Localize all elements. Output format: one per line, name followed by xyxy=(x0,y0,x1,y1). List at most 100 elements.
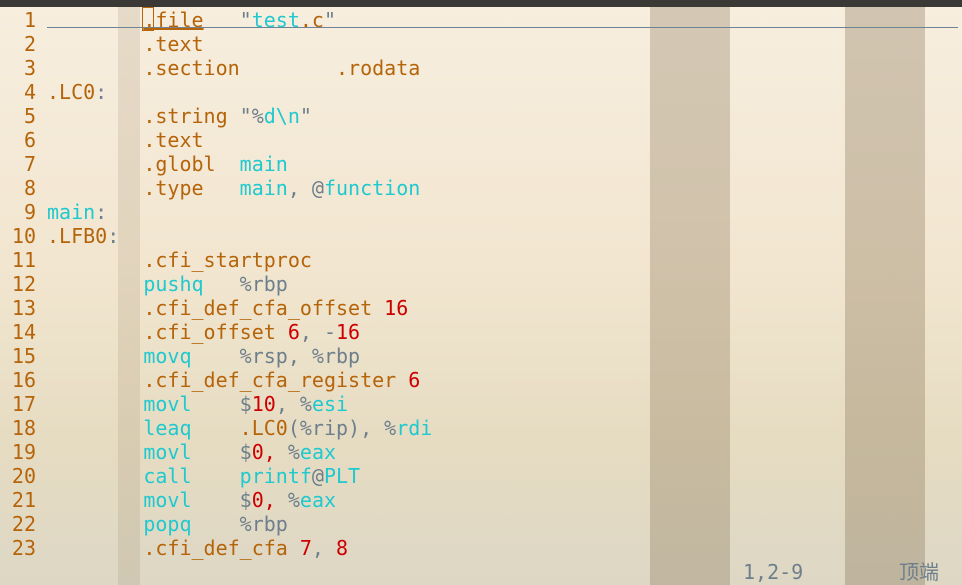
code-line[interactable]: 22 popq %rbp xyxy=(0,512,432,536)
line-number: 13 xyxy=(11,296,36,320)
scroll-position: 顶端 xyxy=(899,560,939,584)
code-token: test xyxy=(251,8,300,32)
code-token: main xyxy=(47,200,96,224)
line-number: 2 xyxy=(23,32,36,56)
code-line[interactable]: 12 pushq %rbp xyxy=(0,272,432,296)
code-line[interactable]: 10 .LFB0: xyxy=(0,224,432,248)
code-token: d\n xyxy=(263,104,300,128)
code-line[interactable]: 17 movl $10, %esi xyxy=(0,392,432,416)
code-token: $ xyxy=(191,392,252,416)
code-token: .LFB0 xyxy=(47,224,108,248)
code-token: .cfi_def_cfa_register xyxy=(143,368,409,392)
code-token: .LC0 xyxy=(239,416,288,440)
code-token: eax xyxy=(299,440,337,464)
code-line[interactable]: 5 .string "%d\n" xyxy=(0,104,432,128)
code-token: .text xyxy=(143,32,204,56)
code-line[interactable]: 4 .LC0: xyxy=(0,80,432,104)
code-token: : xyxy=(95,200,108,224)
code-token: " xyxy=(299,104,312,128)
code-line[interactable]: 3 .section .rodata xyxy=(0,56,432,80)
code-line[interactable]: 15 movq %rsp, %rbp xyxy=(0,344,432,368)
code-token: , % xyxy=(275,392,312,416)
line-number: 5 xyxy=(23,104,36,128)
code-token: @ xyxy=(311,464,324,488)
line-number: 4 xyxy=(23,80,36,104)
code-token: .cfi_def_cfa_offset xyxy=(143,296,385,320)
code-token: 16 xyxy=(336,320,361,344)
code-line[interactable]: 16 .cfi_def_cfa_register 6 xyxy=(0,368,432,392)
cursor-line-underline xyxy=(47,27,958,28)
code-line[interactable]: 19 movl $0, %eax xyxy=(0,440,432,464)
code-token: 7 xyxy=(299,536,312,560)
code-line[interactable]: 21 movl $0, %eax xyxy=(0,488,432,512)
vim-editor-buffer[interactable]: 1 .file "test.c" 2 .text 3 .section .rodat… xyxy=(0,8,432,560)
code-line[interactable]: 6 .text xyxy=(0,128,432,152)
code-line[interactable]: 20 call printf@PLT xyxy=(0,464,432,488)
code-token: eax xyxy=(299,488,337,512)
line-number: 9 xyxy=(23,200,36,224)
code-token: movl xyxy=(143,440,192,464)
code-line[interactable]: 11 .cfi_startproc xyxy=(0,248,432,272)
line-number: 7 xyxy=(23,152,36,176)
line-number: 1 xyxy=(23,8,36,32)
code-token: (%rip), % xyxy=(287,416,397,440)
code-token: esi xyxy=(311,392,349,416)
code-line[interactable]: 23 .cfi_def_cfa 7, 8 xyxy=(0,536,432,560)
code-token: popq xyxy=(143,512,192,536)
code-line[interactable]: 1 .file "test.c" xyxy=(0,8,432,32)
code-token: movl xyxy=(143,392,192,416)
line-number: 14 xyxy=(11,320,36,344)
code-line[interactable]: 13 .cfi_def_cfa_offset 16 xyxy=(0,296,432,320)
code-token: , - xyxy=(299,320,336,344)
code-line[interactable]: 9 main: xyxy=(0,200,432,224)
code-line[interactable]: 7 .globl main xyxy=(0,152,432,176)
cursor-position: 1,2-9 xyxy=(743,560,804,584)
code-token: rdi xyxy=(396,416,433,440)
code-token: % xyxy=(275,488,300,512)
code-token: .text xyxy=(143,128,204,152)
code-token: function xyxy=(323,176,421,200)
code-token: PLT xyxy=(323,464,361,488)
code-line[interactable]: 2 .text xyxy=(0,32,432,56)
code-token: "% xyxy=(227,104,264,128)
code-token: .globl xyxy=(143,152,216,176)
code-token: : xyxy=(107,224,120,248)
code-token: .c xyxy=(299,8,324,32)
code-token: 6 xyxy=(408,368,421,392)
code-token: .type xyxy=(143,176,204,200)
code-token: movq xyxy=(143,344,192,368)
line-number: 6 xyxy=(23,128,36,152)
code-token: %rbp xyxy=(191,512,288,536)
code-line[interactable]: 14 .cfi_offset 6, -16 xyxy=(0,320,432,344)
code-line[interactable]: 18 leaq .LC0(%rip), %rdi xyxy=(0,416,432,440)
code-token: 8 xyxy=(336,536,349,560)
window-top-bar xyxy=(0,0,962,7)
code-token: , @ xyxy=(287,176,324,200)
code-token: main xyxy=(203,176,288,200)
code-token: movl xyxy=(143,488,192,512)
line-number: 23 xyxy=(11,536,36,560)
code-line[interactable]: 8 .type main, @function xyxy=(0,176,432,200)
code-token: : xyxy=(95,80,108,104)
line-number: 17 xyxy=(11,392,36,416)
code-token: 16 xyxy=(384,296,409,320)
code-token: pushq xyxy=(143,272,204,296)
code-token: printf xyxy=(191,464,312,488)
